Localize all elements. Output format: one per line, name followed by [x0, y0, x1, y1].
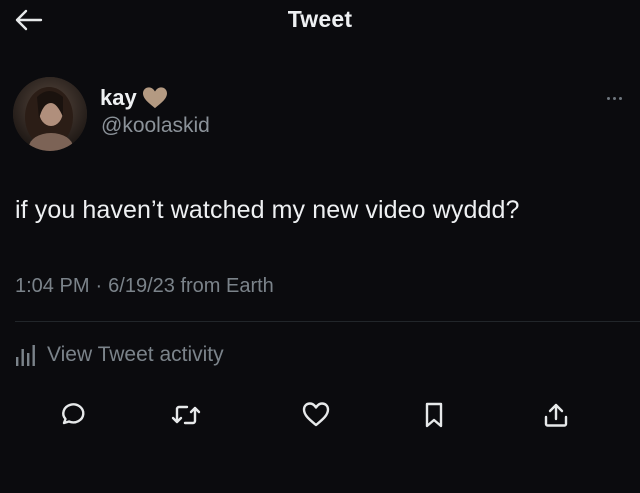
tweet-action-bar [0, 395, 640, 435]
reply-icon [62, 403, 85, 425]
divider [15, 321, 640, 322]
light-brown-heart-icon [142, 87, 167, 109]
top-bar: Tweet [0, 0, 640, 44]
more-dot-icon [606, 96, 610, 100]
share-button[interactable] [536, 395, 576, 435]
bookmark-icon [425, 402, 443, 428]
author-handle[interactable]: @koolaskid [101, 114, 210, 138]
like-button[interactable] [296, 395, 336, 435]
view-tweet-activity-label: View Tweet activity [47, 343, 224, 366]
view-tweet-activity-link[interactable]: View Tweet activity [15, 340, 224, 370]
reply-button[interactable] [52, 395, 92, 435]
tweet-text: if you haven’t watched my new video wydd… [15, 196, 520, 224]
profile-photo [13, 77, 87, 151]
bookmark-button[interactable] [414, 395, 454, 435]
share-icon [544, 403, 568, 427]
more-dot-icon [612, 96, 616, 100]
more-dot-icon [618, 96, 622, 100]
more-options-button[interactable] [600, 90, 628, 106]
retweet-icon [171, 405, 201, 425]
tweet-date-source: 6/19/23 from Earth [108, 275, 274, 297]
bar-chart-icon [16, 345, 35, 366]
tweet-metadata: 1:04 PM · 6/19/23 from Earth [15, 275, 274, 298]
tweet-time[interactable]: 1:04 PM [15, 275, 89, 298]
avatar[interactable] [13, 77, 87, 151]
author-name-row[interactable]: kay [100, 84, 170, 112]
display-name: kay [100, 85, 137, 110]
meta-separator: · [95, 275, 103, 297]
page-title: Tweet [287, 6, 353, 32]
retweet-button[interactable] [166, 395, 206, 435]
like-icon [302, 402, 330, 427]
